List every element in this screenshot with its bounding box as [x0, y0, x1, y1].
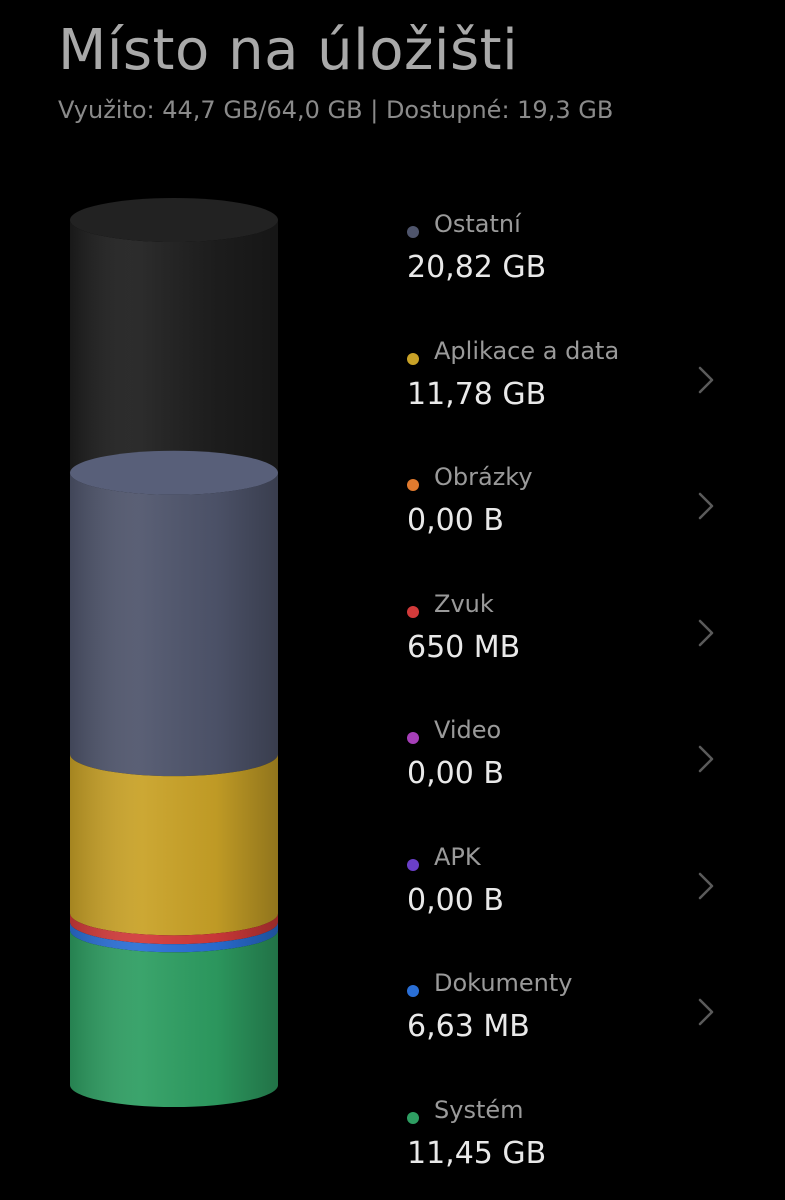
category-name: Aplikace a data	[434, 336, 620, 365]
category-color-dot-icon	[407, 1111, 419, 1124]
category-name: Video	[434, 716, 502, 744]
category-item[interactable]: APK 0,00 B	[405, 843, 725, 943]
category-color-dot-icon	[407, 985, 419, 997]
category-size: 650 MB	[407, 629, 521, 665]
chevron-right-icon[interactable]	[697, 997, 715, 1027]
category-name: Ostatní	[434, 210, 521, 238]
category-name: APK	[434, 842, 481, 871]
category-name: Zvuk	[434, 589, 494, 618]
category-color-dot-icon	[407, 226, 419, 238]
chevron-right-icon[interactable]	[697, 365, 715, 395]
category-item: Systém 11,45 GB	[405, 1096, 725, 1196]
storage-cylinder-chart	[70, 198, 278, 1107]
storage-segment-top-volne	[70, 198, 278, 242]
category-size: 0,00 B	[407, 882, 504, 918]
chevron-right-icon[interactable]	[697, 491, 715, 521]
category-name: Dokumenty	[434, 969, 573, 997]
chevron-right-icon[interactable]	[697, 744, 715, 774]
category-size: 11,78 GB	[407, 376, 547, 412]
category-color-dot-icon	[407, 605, 419, 618]
category-size: 20,82 GB	[407, 250, 547, 285]
category-item[interactable]: Video 0,00 B	[405, 716, 725, 816]
chevron-right-icon[interactable]	[697, 871, 715, 901]
category-legend: Ostatní 20,82 GB Aplikace a data 11,78 GB Ob…	[405, 0, 745, 1200]
category-item[interactable]: Dokumenty 6,63 MB	[405, 969, 725, 1069]
storage-segment-shading	[70, 754, 278, 936]
storage-segment-top-ostatní	[70, 450, 278, 495]
category-size: 0,00 B	[407, 503, 504, 538]
category-size: 0,00 B	[407, 756, 504, 791]
category-item: Ostatní 20,82 GB	[405, 210, 725, 310]
category-color-dot-icon	[407, 352, 419, 365]
category-size: 6,63 MB	[407, 1009, 530, 1044]
category-name: Obrázky	[434, 463, 533, 491]
category-color-dot-icon	[407, 732, 419, 744]
category-color-dot-icon	[407, 479, 419, 491]
category-item[interactable]: Aplikace a data 11,78 GB	[405, 337, 725, 437]
category-size: 11,45 GB	[407, 1135, 547, 1171]
chevron-right-icon[interactable]	[697, 618, 715, 648]
category-item[interactable]: Obrázky 0,00 B	[405, 463, 725, 563]
storage-segment-shading	[70, 930, 278, 1107]
storage-segment-shading	[70, 472, 278, 777]
category-name: Systém	[434, 1095, 524, 1124]
category-color-dot-icon	[407, 858, 419, 871]
category-item[interactable]: Zvuk 650 MB	[405, 590, 725, 690]
